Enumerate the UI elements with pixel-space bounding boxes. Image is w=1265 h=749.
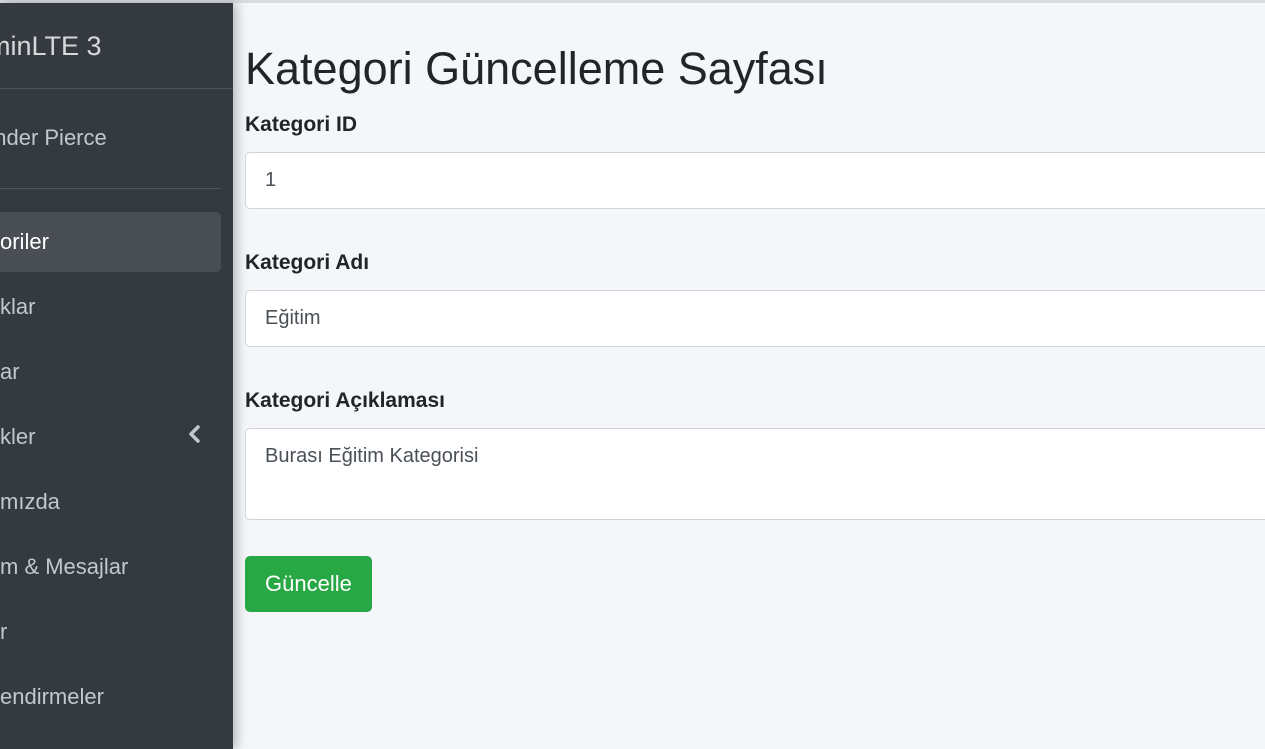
sidebar-item-6[interactable]: m & Mesajlar <box>0 537 221 597</box>
sidebar-item-8[interactable]: endirmeler <box>0 667 221 727</box>
sidebar-item-label: mızda <box>0 489 60 514</box>
sidebar-item-label: endirmeler <box>0 684 104 709</box>
sidebar-item-label: m & Mesajlar <box>0 554 129 579</box>
sidebar-item-kategoriler[interactable]: oriler <box>0 212 221 272</box>
page-title: Kategori Güncelleme Sayfası <box>245 43 828 94</box>
sidebar-item-3[interactable]: ar <box>0 342 221 402</box>
main-content: Kategori Güncelleme Sayfası Kategori ID … <box>245 3 1265 612</box>
sidebar-item-label: r <box>0 619 8 644</box>
form-group-name: Kategori Adı <box>245 249 1265 347</box>
update-button[interactable]: Güncelle <box>245 556 372 612</box>
sidebar-item-4[interactable]: kler <box>0 407 221 467</box>
category-update-form: Kategori ID Kategori Adı Kategori Açıkla… <box>245 111 1265 612</box>
user-name-link[interactable]: ander Pierce <box>0 125 107 151</box>
category-id-label: Kategori ID <box>245 113 358 136</box>
sidebar-item-2[interactable]: klar <box>0 277 221 337</box>
chevron-left-icon <box>189 425 200 443</box>
form-group-id: Kategori ID <box>245 111 1265 209</box>
sidebar-item-label: klar <box>0 294 36 319</box>
form-actions: Güncelle <box>245 556 1265 612</box>
sidebar: minLTE 3 ander Pierce oriler klar ar kle… <box>0 3 233 749</box>
sidebar-item-label: oriler <box>0 229 49 254</box>
brand-link[interactable]: minLTE 3 <box>0 3 233 89</box>
brand-text: minLTE 3 <box>0 31 102 61</box>
category-name-label: Kategori Adı <box>245 251 370 274</box>
sidebar-item-7[interactable]: r <box>0 602 221 662</box>
sidebar-item-label: kler <box>0 424 36 449</box>
sidebar-item-label: ar <box>0 359 20 384</box>
form-group-description: Kategori Açıklaması Burası Eğitim Katego… <box>245 387 1265 520</box>
sidebar-nav: oriler klar ar kler mızda m & Mesajlar r… <box>0 212 233 732</box>
category-id-input[interactable] <box>245 152 1265 209</box>
category-description-textarea[interactable]: Burası Eğitim Kategorisi <box>245 428 1265 520</box>
sidebar-item-5[interactable]: mızda <box>0 472 221 532</box>
category-name-input[interactable] <box>245 290 1265 347</box>
category-description-label: Kategori Açıklaması <box>245 389 445 412</box>
user-panel: ander Pierce <box>0 89 221 189</box>
